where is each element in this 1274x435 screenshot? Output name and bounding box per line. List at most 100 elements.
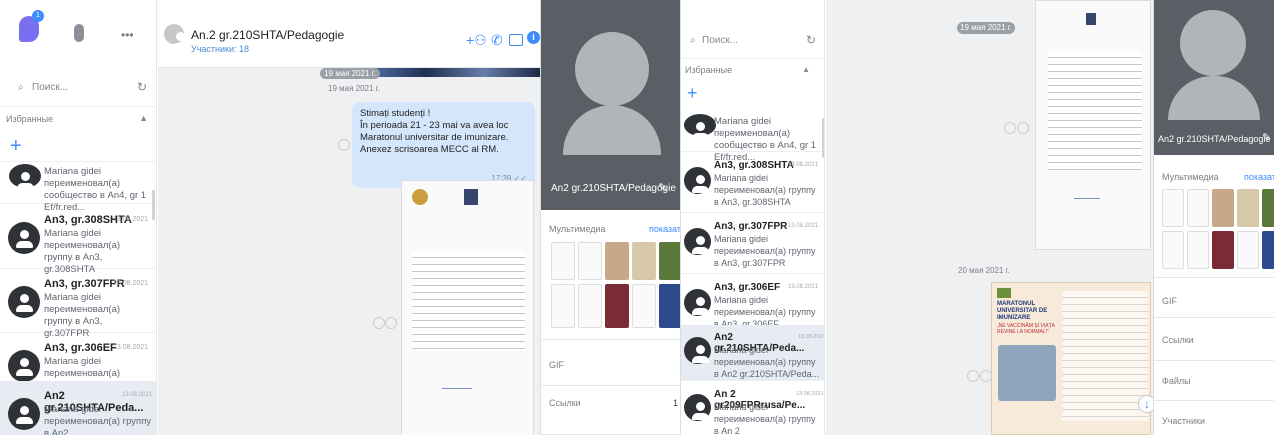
add-favorite-button[interactable]: + [10,135,22,158]
list-item-date: 13.08.2021 [113,344,149,351]
list-item[interactable]: An3, gr.308SHTA 13.08.2021 Mariana gidei… [681,153,824,213]
group-avatar [8,350,40,382]
search-placeholder: Поиск... [702,35,739,46]
info-icon[interactable]: i [527,31,540,44]
list-item[interactable]: An 2 gr209FPRrusa/Pe... 13.08.2021 Maria… [681,382,824,435]
chevron-up-icon[interactable]: ▲ [802,65,810,74]
media-thumb[interactable] [605,284,629,328]
group-avatar [9,164,41,190]
message-line-2: În perioada 21 - 23 mai va avea loc Mara… [360,120,509,155]
links-section[interactable]: Ссылки [1154,318,1274,361]
gif-label: GIF [549,360,564,370]
media-thumb[interactable] [1262,189,1274,227]
add-member-icon[interactable]: +⚇ [466,32,487,49]
favorites-section: Избранные ▲ + [681,58,824,110]
media-thumb[interactable] [1187,231,1209,269]
document-signature [442,381,472,389]
files-section[interactable]: Файлы [1154,361,1274,401]
list-item-preview: Mariana gidei переименовал(а) группу в A… [44,404,152,435]
media-thumb[interactable] [659,284,680,328]
list-item[interactable]: An3, gr.307FPR 13.08.2021 Mariana gidei … [0,269,156,339]
reply-icon[interactable] [338,139,350,151]
reply-icon[interactable] [385,317,397,329]
poster-logo [997,288,1011,298]
list-item[interactable]: Mariana gidei переименовал(а) сообщество… [0,162,156,213]
group-cover: An2 gr.210SHTA/Pedagogie ✎ [541,0,680,210]
search-input[interactable]: ⌕ Поиск... ↻ [10,75,151,99]
media-thumb[interactable] [578,242,602,280]
chevron-up-icon[interactable]: ▲ [139,113,148,123]
list-item-date: 13.08.2021 [796,391,824,397]
media-thumb[interactable] [1212,189,1234,227]
media-thumb[interactable] [1212,231,1234,269]
poster-photo [998,345,1056,401]
list-item[interactable]: Mariana gidei переименовал(а) сообщество… [681,112,824,163]
group-avatar [8,398,40,430]
media-thumb[interactable] [632,242,656,280]
list-item-active[interactable]: An2 gr.210SHTA/Peda... 13.08.2021 Marian… [681,325,824,381]
date-pill-text: 19 мая 2021 г. [960,23,1012,32]
list-item-preview: Mariana gidei переименовал(а) группу в A… [714,234,816,268]
document-image[interactable] [1035,0,1151,250]
media-thumb[interactable] [578,284,602,328]
edit-icon[interactable]: ✎ [658,181,667,194]
message-line-1: Stimați studenți ! [360,108,431,119]
media-thumb[interactable] [659,242,680,280]
reply-icon[interactable] [980,370,992,382]
reply-icon[interactable] [373,317,385,329]
scroll-down-button[interactable]: ↓ [1138,395,1153,413]
info-panel-2: An2 gr.210SHTA/Pedagogie ✎ Мультимедиа п… [1153,0,1274,435]
date-caption: 20 мая 2021 г. [958,266,1010,275]
scrollbar[interactable] [152,190,155,220]
media-label: Мультимедиа [549,224,606,234]
show-all-link[interactable]: показать все [649,224,680,234]
list-item-preview: Mariana gidei переименовал(а) группу в A… [714,345,820,379]
media-thumb[interactable] [1237,189,1259,227]
media-thumb[interactable] [605,242,629,280]
date-caption: 19 мая 2021 г. [328,84,380,93]
group-name: An2 gr.210SHTA/Pedagogie [1158,134,1271,144]
reply-icon[interactable] [1017,122,1029,134]
show-all-link[interactable]: показать все [1244,172,1274,182]
edit-icon[interactable]: ✎ [1262,131,1271,144]
gif-section[interactable]: GIF [1154,278,1274,318]
reply-icon[interactable] [967,370,979,382]
reply-icon[interactable] [1004,122,1016,134]
call-icon[interactable]: ✆ [491,32,503,49]
gif-section[interactable]: GIF [541,340,680,386]
group-avatar [684,289,711,316]
message-bubble[interactable]: Stimați studenți ! În perioada 21 - 23 m… [352,102,535,188]
scrollbar[interactable] [822,118,824,158]
media-thumb[interactable] [551,242,575,280]
contacts-icon[interactable] [74,24,84,42]
list-item-title: An3, gr.306EF [44,342,117,354]
chat-members[interactable]: Участники: 18 [191,44,249,54]
list-item-date: 13.08.2021 [113,280,149,287]
media-thumb[interactable] [1187,189,1209,227]
media-thumb[interactable] [632,284,656,328]
chat-header: An.2 gr.210SHTA/Pedagogie Участники: 18 … [158,0,540,68]
document-image[interactable] [401,180,534,435]
media-thumb[interactable] [1262,231,1274,269]
refresh-icon[interactable]: ↻ [806,33,816,47]
more-icon[interactable]: ••• [121,28,134,42]
refresh-icon[interactable]: ↻ [137,80,147,94]
list-item[interactable]: An3, gr.307FPR 13.08.2021 Mariana gidei … [681,214,824,274]
media-thumb[interactable] [1237,231,1259,269]
members-section[interactable]: Участники [1154,401,1274,435]
links-section[interactable]: Ссылки 1 [541,386,680,435]
add-favorite-button[interactable]: + [687,83,698,104]
search-input[interactable]: ⌕ Поиск... ↻ [684,28,822,52]
notification-badge: 1 [32,10,44,22]
media-thumb[interactable] [1162,231,1184,269]
media-thumb[interactable] [1162,189,1184,227]
chat-panel-2: 19 мая 2021 г. 20 мая 2021 г. MARATONUL … [826,0,1153,435]
group-avatar [8,222,40,254]
video-call-icon[interactable] [509,34,523,46]
poster-image[interactable]: MARATONUL UNIVERSITAR DE IMUNIZARE „NE V… [991,282,1151,435]
list-item-active[interactable]: An2 gr.210SHTA/Peda... 13.08.2021 Marian… [0,381,156,435]
media-thumb[interactable] [551,284,575,328]
poster-text [1062,291,1148,421]
list-item-preview: Mariana gidei переименовал(а) группу в A… [714,402,816,435]
list-item[interactable]: An3, gr.308SHTA 13.08.2021 Mariana gidei… [0,205,156,275]
